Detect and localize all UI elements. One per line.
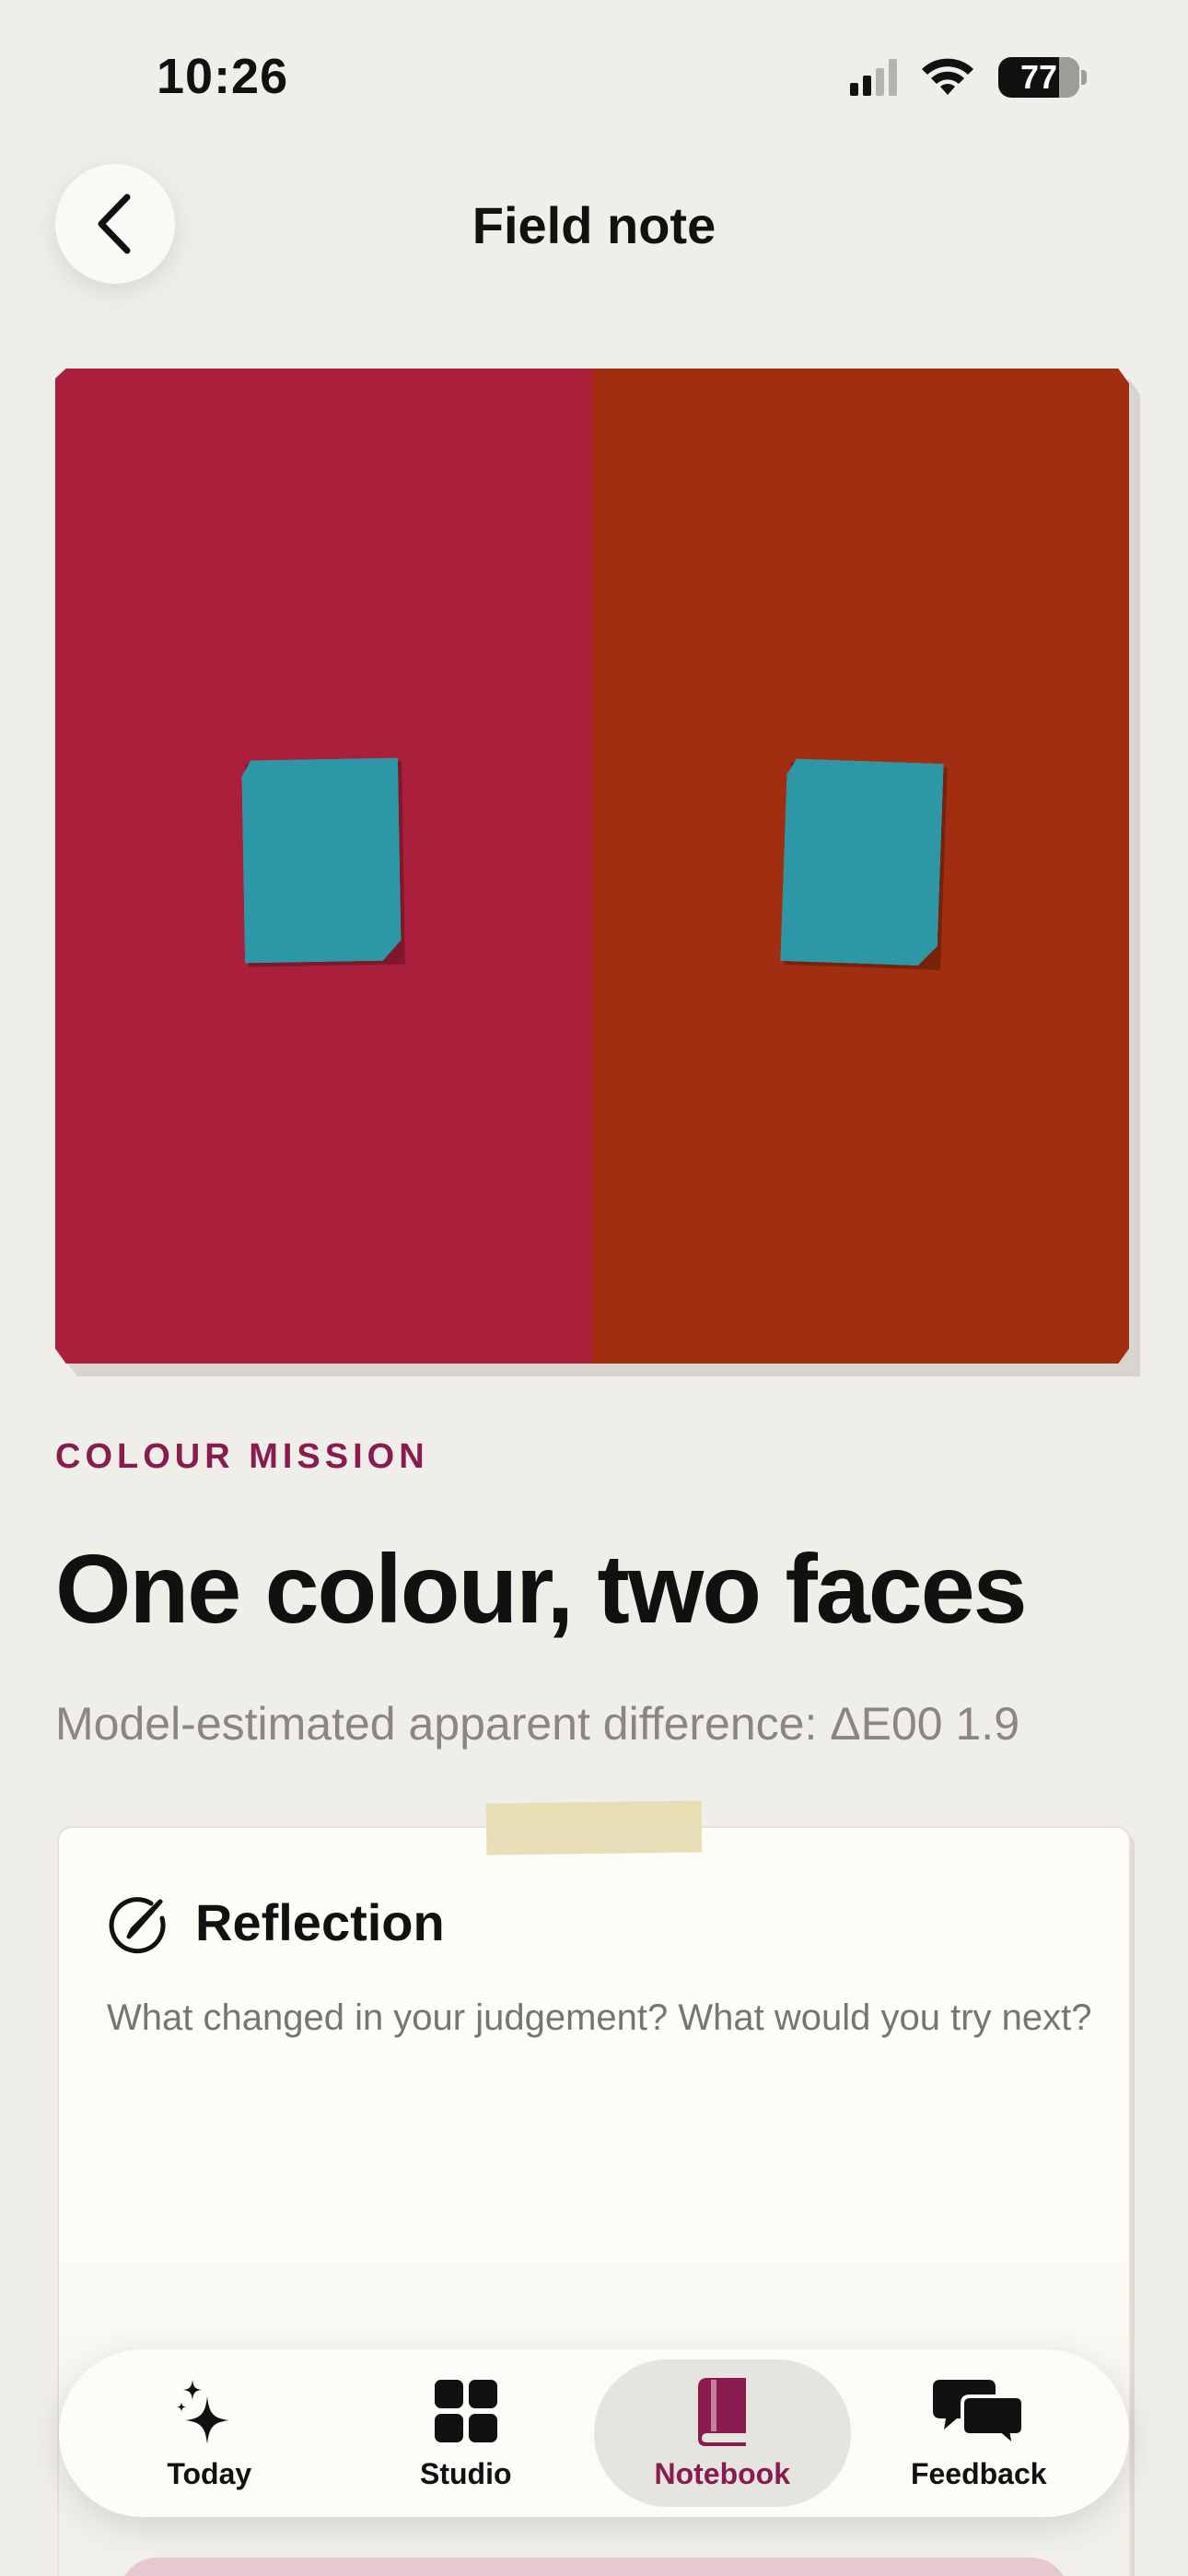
wifi-icon [922, 58, 973, 95]
next-card-peek [120, 2558, 1068, 2576]
right-surround [592, 369, 1129, 1364]
tab-notebook[interactable]: Notebook [594, 2359, 851, 2507]
tab-label: Feedback [910, 2456, 1047, 2490]
tab-label: Notebook [654, 2456, 791, 2490]
tab-label: Studio [419, 2456, 512, 2490]
tab-label: Today [167, 2456, 252, 2490]
screen: 10:26 77 Field note COLOUR MISSION One c… [0, 0, 1188, 2576]
tab-studio[interactable]: Studio [338, 2359, 595, 2507]
page-title: Field note [472, 196, 716, 254]
mission-title: One colour, two faces [55, 1535, 1028, 1644]
battery-icon: 77 [998, 57, 1079, 98]
tab-feedback[interactable]: Feedback [851, 2359, 1108, 2507]
right-swatch [780, 758, 944, 966]
left-surround [55, 369, 592, 1364]
tape-strip [485, 1800, 703, 1856]
sparkles-icon [177, 2379, 230, 2444]
reflection-input[interactable] [107, 1983, 1092, 2123]
book-icon [698, 2377, 747, 2446]
pencil-circle-icon [109, 1897, 166, 1954]
chat-bubbles-icon [932, 2379, 1025, 2448]
tab-today[interactable]: Today [81, 2359, 338, 2507]
difference-estimate: Model-estimated apparent difference: ΔE0… [55, 1698, 1019, 1750]
battery-level: 77 [1019, 58, 1058, 96]
reflection-title: Reflection [195, 1893, 445, 1951]
tab-bar: Today Studio Notebook Feedback [59, 2349, 1129, 2517]
mission-eyebrow: COLOUR MISSION [55, 1437, 429, 1476]
cellular-signal-icon [850, 59, 897, 96]
colour-illustration [55, 369, 1129, 1364]
status-indicators: 77 [850, 57, 1087, 98]
left-swatch [241, 758, 402, 964]
grid-icon [434, 2379, 497, 2442]
status-time: 10:26 [157, 49, 289, 104]
